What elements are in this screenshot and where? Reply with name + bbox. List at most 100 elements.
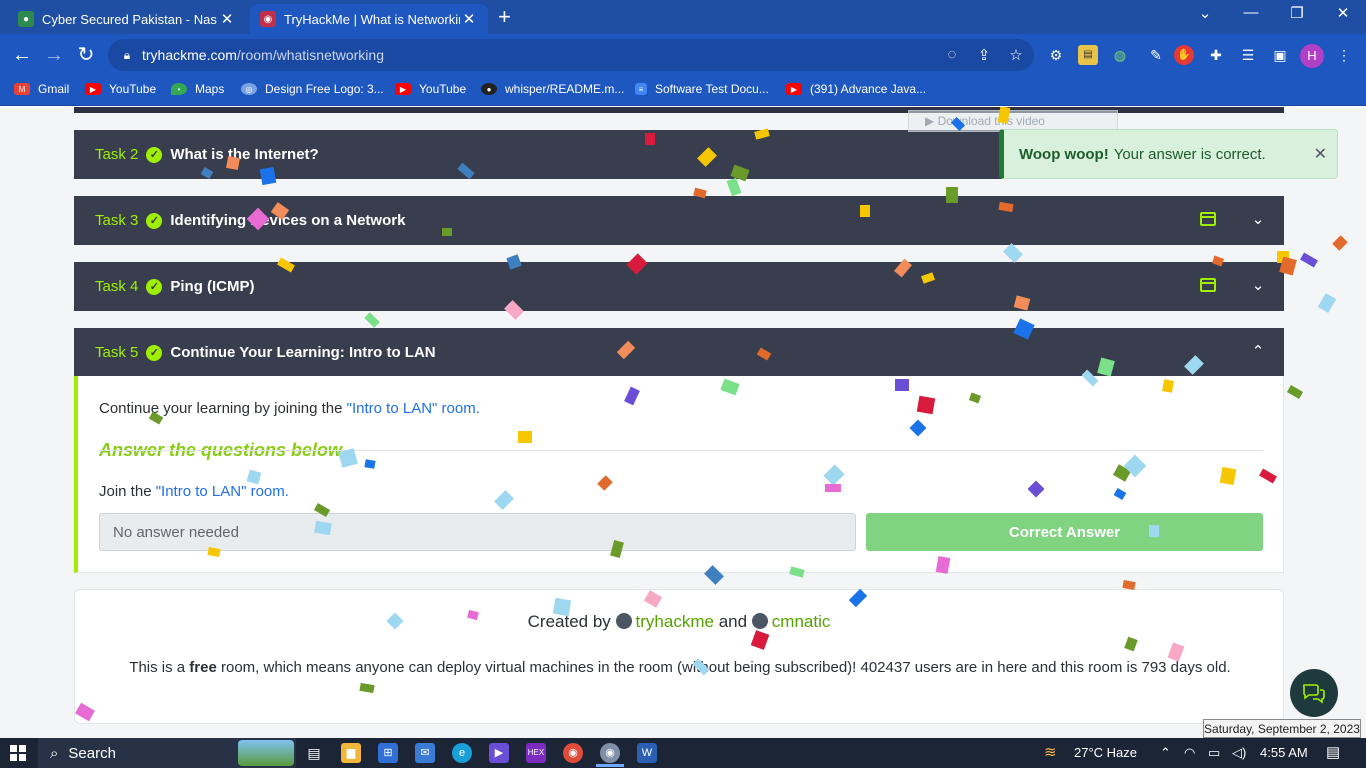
calendar-icon[interactable] [1200, 212, 1216, 226]
address-bar[interactable]: 🔒︎ tryhackme.com/room/whatisnetworking ◌… [108, 39, 1034, 71]
word-icon[interactable]: W [637, 743, 657, 763]
extension-pen-icon[interactable]: ✎ [1146, 45, 1166, 65]
bookmark-software-test-docs[interactable]: ≡ Software Test Docu... [635, 82, 769, 96]
confetti-piece [1300, 252, 1318, 268]
extension-red-icon[interactable]: ✋ [1174, 45, 1194, 65]
bookmark-whisper-readme[interactable]: ● whisper/README.m... [481, 82, 624, 96]
bookmark-design-free-logo[interactable]: ◎ Design Free Logo: 3... [241, 82, 384, 96]
answer-input[interactable]: No answer needed [99, 513, 856, 551]
tab-title: Cyber Secured Pakistan - Nas.io [42, 11, 218, 27]
star-icon[interactable]: ☆ [1006, 46, 1026, 64]
menu-kebab-icon[interactable]: ⋮ [1334, 45, 1354, 65]
task-4-header[interactable]: Task 4 ✓ Ping (ICMP) ⌄ [74, 262, 1284, 311]
side-panel-icon[interactable]: ▣ [1270, 45, 1290, 65]
chevron-up-icon[interactable]: ⌃ [1246, 340, 1270, 364]
confetti-piece [1286, 385, 1304, 399]
success-toast: Woop woop! Your answer is correct. ✕ [999, 129, 1338, 179]
browser-toolbar: ← → ↻ 🔒︎ tryhackme.com/room/whatisnetwor… [0, 34, 1366, 76]
new-tab-button[interactable]: + [498, 6, 511, 28]
eye-off-icon[interactable]: ◌ [942, 46, 962, 63]
room-info-card: Created by tryhackme and cmnatic This is… [74, 589, 1284, 724]
page-content: Task 2 ✓ What is the Internet? Task 3 ✓ … [0, 107, 1366, 738]
extension-notes-icon[interactable]: ▤ [1078, 45, 1098, 65]
chrome-icon[interactable]: ◉ [563, 743, 583, 763]
bookmark-advance-java[interactable]: ▶ (391) Advance Java... [786, 82, 926, 96]
task-5-header[interactable]: Task 5 ✓ Continue Your Learning: Intro t… [74, 328, 1284, 377]
volume-icon[interactable]: ◁) [1232, 745, 1246, 761]
weather-text[interactable]: 27°C Haze [1074, 745, 1137, 760]
intro-to-lan-question-link[interactable]: "Intro to LAN" room. [156, 483, 289, 500]
confetti-piece [1003, 243, 1023, 263]
windows-start-icon[interactable] [10, 745, 26, 761]
chevron-down-icon[interactable]: ⌄ [1246, 274, 1270, 298]
back-arrow-icon[interactable]: ← [10, 43, 34, 67]
check-circle-icon: ✓ [146, 146, 163, 163]
bookmark-youtube-2[interactable]: ▶ YouTube [395, 82, 466, 96]
created-by-line: Created by tryhackme and cmnatic [527, 612, 831, 631]
edge-icon[interactable]: e [452, 743, 472, 763]
youtube-icon: ▶ [85, 83, 101, 95]
bookmark-gmail[interactable]: M Gmail [14, 82, 69, 96]
task-number: Task 4 [95, 278, 139, 295]
chrome-profile-icon[interactable]: ◉ [596, 743, 624, 767]
intro-to-lan-link[interactable]: "Intro to LAN" room. [347, 400, 480, 417]
bookmarks-bar: M Gmail ▶ YouTube • Maps ◎ Design Free Logo:… [0, 76, 1366, 106]
chevron-down-icon[interactable]: ⌄ [1246, 208, 1270, 232]
share-icon[interactable]: ⇪ [974, 46, 994, 64]
weather-haze-icon[interactable]: ≋ [1044, 743, 1057, 761]
bookmark-youtube[interactable]: ▶ YouTube [85, 82, 156, 96]
task-title: Ping (ICMP) [170, 278, 255, 295]
clock-time[interactable]: 4:55 AM [1260, 745, 1308, 760]
reload-icon[interactable]: ↻ [74, 43, 98, 67]
puzzle-icon[interactable]: ✚ [1206, 45, 1226, 65]
profile-avatar[interactable]: H [1300, 44, 1324, 68]
extension-globe-icon[interactable]: ◍ [1110, 45, 1130, 65]
taskbar-search[interactable]: ⌕ Search [38, 738, 296, 768]
correct-answer-button[interactable]: Correct Answer [866, 513, 1263, 551]
author-tryhackme-link[interactable]: tryhackme [636, 612, 714, 631]
youtube-icon: ▶ [786, 83, 802, 95]
calendar-icon[interactable] [1200, 278, 1216, 292]
divider [99, 450, 1263, 451]
tab-title: TryHackMe | What is Networking [284, 11, 460, 27]
forward-arrow-icon[interactable]: → [42, 43, 66, 67]
restore-icon[interactable]: ❐ [1282, 4, 1312, 22]
settings-gear-icon[interactable]: ⚙ [1046, 45, 1066, 65]
toast-close-icon[interactable]: ✕ [1314, 144, 1327, 164]
tab-search-icon[interactable]: ⌄ [1190, 4, 1220, 22]
close-tab-icon[interactable]: ✕ [218, 10, 236, 28]
battery-icon[interactable]: ▭ [1208, 745, 1220, 761]
chat-support-button[interactable] [1290, 669, 1338, 717]
task-title: Identifying Devices on a Network [170, 212, 406, 229]
task-number: Task 3 [95, 212, 139, 229]
check-circle-icon: ✓ [146, 278, 163, 295]
microsoft-store-icon[interactable]: ⊞ [378, 743, 398, 763]
wifi-icon[interactable]: ◠ [1184, 745, 1195, 761]
date-tooltip: Saturday, September 2, 2023 [1203, 719, 1361, 738]
task-3-header[interactable]: Task 3 ✓ Identifying Devices on a Networ… [74, 196, 1284, 245]
chevron-up-tray-icon[interactable]: ⌃ [1160, 745, 1171, 761]
task-intro-text: Continue your learning by joining the "I… [99, 400, 480, 417]
file-explorer-icon[interactable]: ▆ [341, 743, 361, 763]
hex-editor-icon[interactable]: HEX [526, 743, 546, 763]
tab-tryhackme[interactable]: ◉ TryHackMe | What is Networking ✕ [250, 4, 488, 34]
confetti-piece [1332, 235, 1348, 251]
lock-icon[interactable]: 🔒︎ [112, 48, 142, 63]
task-title: What is the Internet? [170, 146, 319, 163]
close-window-icon[interactable]: ✕ [1328, 4, 1358, 22]
minimize-icon[interactable]: — [1236, 4, 1266, 21]
tryhackme-avatar [615, 613, 632, 629]
author-cmnatic-link[interactable]: cmnatic [772, 612, 831, 631]
media-player-icon[interactable]: ▶ [489, 743, 509, 763]
task-view-icon[interactable]: ▤ [304, 743, 324, 763]
reading-list-icon[interactable]: ☰ [1238, 45, 1258, 65]
bookmark-maps[interactable]: • Maps [171, 82, 224, 96]
tab-cyber-secured-pakistan[interactable]: ● Cyber Secured Pakistan - Nas.io ✕ [8, 4, 246, 34]
youtube-icon: ▶ [395, 83, 411, 95]
notification-icon[interactable]: ▤ [1326, 743, 1340, 761]
question-text: Join the "Intro to LAN" room. [99, 483, 289, 500]
close-tab-icon[interactable]: ✕ [460, 10, 478, 28]
screen: ● Cyber Secured Pakistan - Nas.io ✕ ◉ Tr… [0, 0, 1366, 768]
tab-strip: ● Cyber Secured Pakistan - Nas.io ✕ ◉ Tr… [0, 0, 1366, 34]
mail-icon[interactable]: ✉ [415, 743, 435, 763]
